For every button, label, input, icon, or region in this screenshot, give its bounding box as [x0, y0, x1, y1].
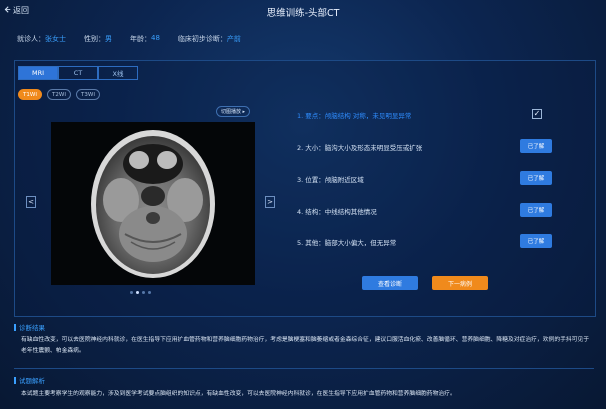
next-image-button[interactable]: >: [265, 196, 275, 208]
ct-scan-image: [51, 122, 255, 285]
top-bar: 返回 思维训练-头部CT: [0, 0, 606, 22]
question-4: 4. 结构：中线结构其他情况: [297, 208, 377, 216]
section-marker: [14, 376, 16, 384]
section-divider: [14, 368, 594, 369]
prev-image-button[interactable]: <: [26, 196, 36, 208]
question-1-checkbox[interactable]: ✓: [532, 109, 542, 119]
gender-label: 性别：: [84, 35, 105, 43]
analysis-section-title: 试题解析: [14, 375, 45, 385]
result-title: 诊断结果: [19, 324, 45, 332]
tab-ct[interactable]: CT: [58, 66, 98, 80]
sequence-tabs: T1WI T2WI T3WI: [18, 89, 100, 100]
slide-dot[interactable]: [142, 291, 145, 294]
slide-dots: [130, 291, 151, 294]
subtab-t3wi[interactable]: T3WI: [76, 89, 100, 100]
question-3: 3. 位置：颅脑附近区域: [297, 176, 364, 184]
result-section-title: 诊断结果: [14, 322, 45, 332]
result-text: 有缺血性改变，可以去医院神经内科就诊，在医生指导下应用扩血管药物和营养脑细胞药物…: [21, 337, 590, 354]
subtab-t2wi[interactable]: T2WI: [47, 89, 71, 100]
analysis-title: 试题解析: [19, 377, 45, 385]
modality-tabs: MRI CT X线: [18, 66, 138, 80]
acknowledge-button-5[interactable]: 已了解: [520, 234, 552, 248]
question-1: 1. 要点：颅脑结构 对称，未见明显异常: [297, 112, 412, 120]
slide-dot[interactable]: [130, 291, 133, 294]
next-case-button[interactable]: 下一病例: [432, 276, 488, 290]
age-label: 年龄：: [130, 35, 151, 43]
patient-name: 张女士: [45, 35, 66, 43]
acknowledge-button-3[interactable]: 已了解: [520, 171, 552, 185]
diagnosis-value: 产前: [226, 35, 241, 43]
tab-mri[interactable]: MRI: [18, 66, 58, 80]
gender-value: 男: [105, 35, 112, 43]
slide-dot[interactable]: [148, 291, 151, 294]
analysis-text: 本试题主要考察学生的观察能力，涉及到医学考试要点脑组织的知识点，有缺血性改变，可…: [21, 391, 456, 397]
diagnosis-label: 临床初步诊断：: [177, 35, 227, 43]
subtab-t1wi[interactable]: T1WI: [18, 89, 42, 100]
question-2: 2. 大小：脑沟大小及形态未明显受压或扩张: [297, 144, 423, 152]
section-marker: [14, 323, 16, 331]
acknowledge-button-4[interactable]: 已了解: [520, 203, 552, 217]
slice-play-button[interactable]: 切图播放 ▸: [216, 106, 250, 117]
page-title: 思维训练-头部CT: [266, 8, 340, 19]
view-diagnosis-button[interactable]: 查看诊断: [362, 276, 418, 290]
age-value: 48: [151, 34, 160, 42]
acknowledge-button-2[interactable]: 已了解: [520, 139, 552, 153]
slide-dot-active[interactable]: [136, 291, 139, 294]
tab-xray[interactable]: X线: [98, 66, 138, 80]
patient-name-label: 就诊人：: [17, 35, 45, 43]
patient-info: 就诊人： 张女士 性别： 男 年龄： 48 临床初步诊断： 产前: [17, 34, 259, 44]
question-5: 5. 其他：脑部大小偏大，但无异常: [297, 239, 397, 247]
